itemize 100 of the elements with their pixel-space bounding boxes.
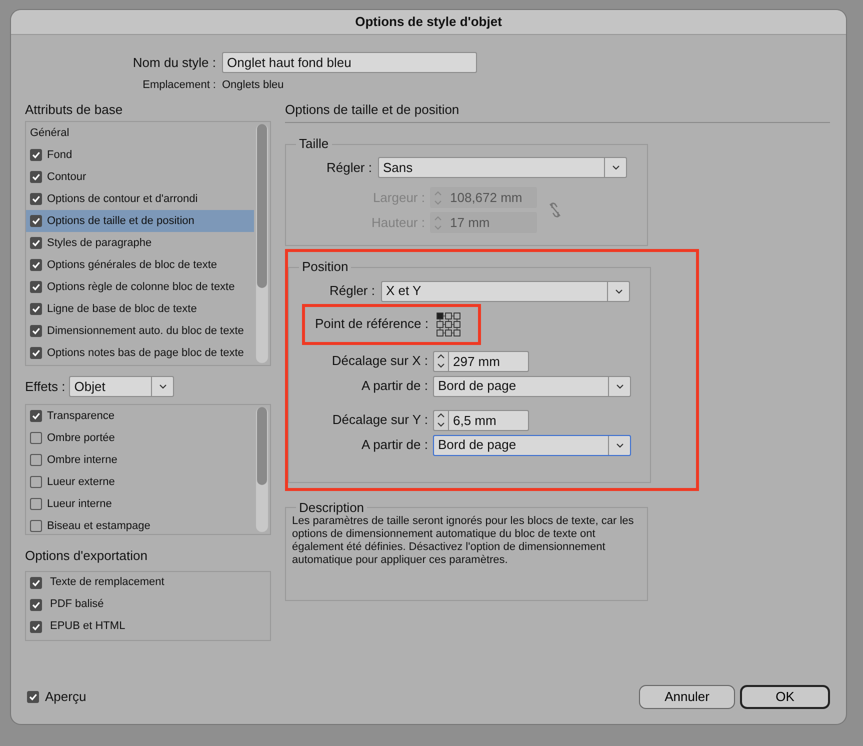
field-label: A partir de : xyxy=(360,377,428,396)
caret-icon xyxy=(612,165,620,170)
checkmark-icon xyxy=(31,304,41,314)
checkbox[interactable] xyxy=(30,520,42,532)
item-label: Styles de paragraphe xyxy=(47,236,152,251)
item-label: Options de taille et de position xyxy=(47,214,194,229)
checkmark-icon xyxy=(31,282,41,292)
dropdown[interactable]: Sans xyxy=(378,157,627,178)
checkbox-label: Aperçu xyxy=(45,688,86,706)
checkbox[interactable] xyxy=(30,432,42,444)
checkbox[interactable] xyxy=(30,171,42,183)
input-field[interactable]: 6,5 mm xyxy=(449,410,529,431)
field-label: Régler : xyxy=(328,282,375,300)
list-item[interactable]: PDF balisé xyxy=(26,594,270,616)
list-item[interactable]: Ombre portée xyxy=(26,427,254,449)
item-label: Fond xyxy=(47,148,72,163)
field-label: Décalage sur Y : xyxy=(331,411,428,430)
list-item[interactable]: Texte de remplacement xyxy=(26,572,270,594)
list-item[interactable]: Dimensionnement auto. du bloc de texte xyxy=(26,320,254,342)
list-item[interactable]: Styles de paragraphe xyxy=(26,232,254,254)
dialog-button[interactable]: Annuler xyxy=(639,685,735,709)
list-item[interactable]: Options générales de bloc de texte xyxy=(26,254,254,276)
list-item[interactable]: Biseau et estampage xyxy=(26,515,254,537)
list-item[interactable]: Options notes bas de page bloc de texte xyxy=(26,342,254,364)
description-text: Les paramètres de taille seront ignorés pour les blocs de texte, car les options de dimensionnement automatique du bloc de texte ont également été définies. Désactivez l'option de dimensionnement automatique pour appliquer ces paramètres. xyxy=(291,514,635,568)
list-item[interactable]: Fond xyxy=(26,144,254,166)
stepper-arrows-icon xyxy=(434,191,442,204)
checkbox[interactable] xyxy=(30,620,42,632)
stepper-arrows-icon xyxy=(438,354,444,368)
stepper-arrows-icon xyxy=(434,216,442,230)
item-label: Ligne de base de bloc de texte xyxy=(47,302,197,317)
checkbox[interactable] xyxy=(30,281,42,293)
group-title: Position xyxy=(301,260,350,275)
list-item[interactable]: Ligne de base de bloc de texte xyxy=(26,298,254,320)
checkmark-icon xyxy=(31,326,41,336)
item-label: Ombre interne xyxy=(47,452,118,468)
dropdown[interactable]: Objet xyxy=(69,376,174,397)
field-label: A partir de : xyxy=(360,436,428,454)
stepper-button[interactable] xyxy=(433,350,449,372)
list-item[interactable]: Lueur externe xyxy=(26,471,254,493)
caret-icon xyxy=(158,384,167,389)
field-label: Point de référence : xyxy=(315,315,428,334)
checkbox[interactable] xyxy=(30,149,42,161)
item-label: Ombre portée xyxy=(47,430,115,446)
item-label: EPUB et HTML xyxy=(50,619,126,634)
checkbox[interactable] xyxy=(30,498,42,510)
list-item[interactable]: EPUB et HTML xyxy=(26,616,270,638)
reference-point-grid[interactable] xyxy=(436,312,462,337)
checkbox[interactable] xyxy=(30,454,42,466)
dropdown[interactable]: X et Y xyxy=(381,280,630,302)
location-value: Onglets bleu xyxy=(222,78,284,93)
checkbox[interactable] xyxy=(30,476,42,488)
checkbox[interactable] xyxy=(30,410,42,422)
checkbox[interactable] xyxy=(30,193,42,205)
checkbox[interactable] xyxy=(30,237,42,249)
checkbox[interactable] xyxy=(30,598,42,610)
checkmark-icon xyxy=(31,238,41,248)
checkbox[interactable] xyxy=(30,325,42,337)
scroll-thumb[interactable] xyxy=(257,407,267,485)
checkbox[interactable] xyxy=(30,303,42,315)
dropdown[interactable]: Bord de page xyxy=(433,434,631,456)
section-title: Options de taille et de position xyxy=(285,100,460,119)
field-label: Décalage sur X : xyxy=(330,352,428,370)
caret-icon xyxy=(616,384,624,389)
input-field[interactable]: 297 mm xyxy=(449,350,529,372)
item-label: Contour xyxy=(47,170,86,185)
dialog-button[interactable]: OK xyxy=(740,685,830,709)
list-item[interactable]: Options de taille et de position xyxy=(26,210,254,232)
input-field[interactable]: Onglet haut fond bleu xyxy=(222,52,477,73)
stepper-button[interactable] xyxy=(433,410,449,431)
checkbox[interactable] xyxy=(30,347,42,359)
checkbox[interactable] xyxy=(30,215,42,227)
scroll-thumb[interactable] xyxy=(257,124,267,288)
field-label: Effets : xyxy=(25,378,66,396)
list-item[interactable]: Options règle de colonne bloc de texte xyxy=(26,276,254,298)
checkbox[interactable] xyxy=(30,576,42,588)
list-item[interactable]: Transparence xyxy=(26,405,254,427)
list-item[interactable]: Contour xyxy=(26,166,254,188)
checkmark-icon xyxy=(31,216,41,226)
list-item[interactable]: Ombre interne xyxy=(26,449,254,471)
checkmark-icon xyxy=(31,622,41,632)
list-item[interactable]: Général xyxy=(26,122,254,144)
checkmark-icon xyxy=(31,578,41,588)
item-label: Dimensionnement auto. du bloc de texte xyxy=(47,324,244,339)
field-label: Régler : xyxy=(325,159,372,178)
checkmark-icon xyxy=(31,150,41,160)
list-item[interactable]: Lueur interne xyxy=(26,493,254,515)
unlinked-chain-icon xyxy=(548,201,562,220)
scrollbar[interactable] xyxy=(256,124,268,363)
stepper-arrows-icon xyxy=(438,413,444,427)
checkbox[interactable] xyxy=(27,691,39,703)
item-label: Options règle de colonne bloc de texte xyxy=(47,280,235,295)
item-label: Options notes bas de page bloc de texte xyxy=(47,346,244,361)
scrollbar[interactable] xyxy=(256,407,268,532)
item-label: Lueur interne xyxy=(47,496,112,512)
item-label: Options de contour et d'arrondi xyxy=(47,192,198,207)
checkbox[interactable] xyxy=(30,259,42,271)
list-item[interactable]: Options de contour et d'arrondi xyxy=(26,188,254,210)
item-label: Transparence xyxy=(47,408,114,424)
dropdown[interactable]: Bord de page xyxy=(433,376,631,397)
